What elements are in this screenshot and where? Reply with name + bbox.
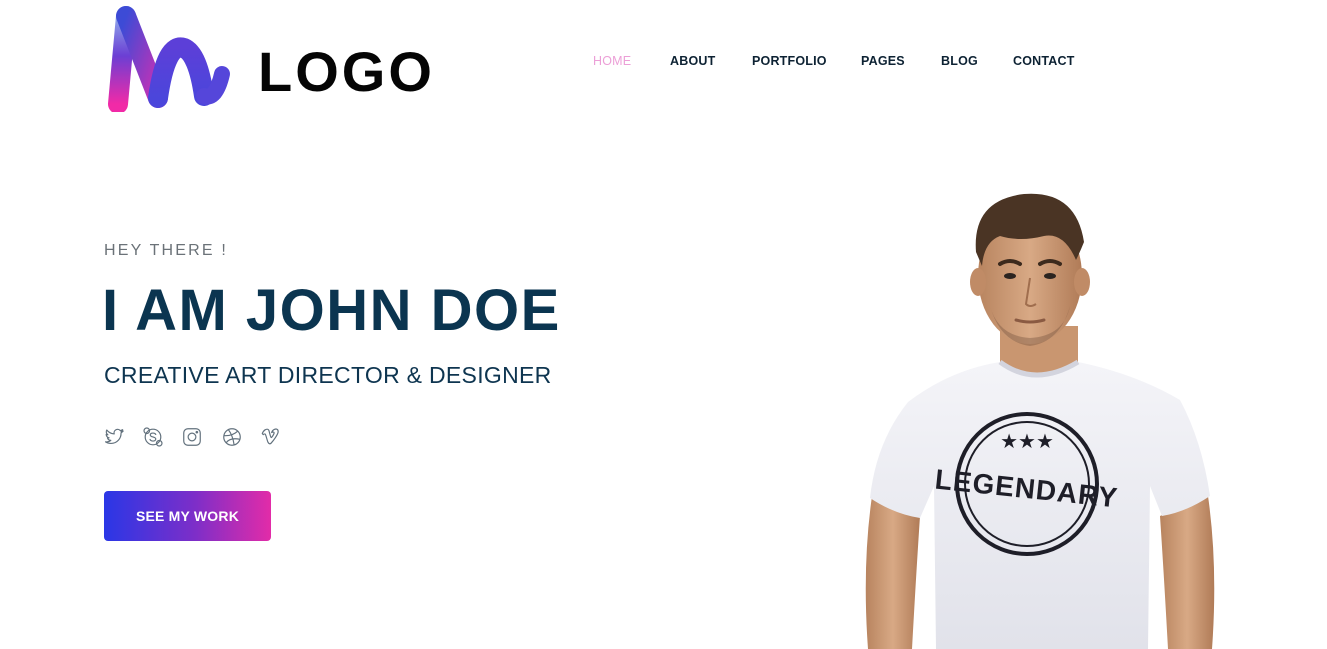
nav-link-portfolio[interactable]: PORTFOLIO (752, 54, 827, 68)
dribbble-icon[interactable] (221, 426, 243, 448)
hero-eyebrow: HEY THERE ! (104, 242, 229, 259)
nav-link-contact[interactable]: CONTACT (1013, 54, 1075, 68)
svg-text:★★★: ★★★ (1000, 429, 1054, 453)
nav-link-blog[interactable]: BLOG (941, 54, 978, 68)
nav-link-about[interactable]: ABOUT (670, 54, 715, 68)
twitter-icon[interactable] (103, 426, 125, 448)
main-nav: HOME ABOUT PORTFOLIO PAGES BLOG CONTACT (0, 54, 1327, 70)
see-my-work-button[interactable]: SEE MY WORK (104, 491, 271, 541)
skype-icon[interactable] (142, 426, 164, 448)
hero-portrait-image: LEGENDARY ★★★ (850, 186, 1230, 649)
instagram-icon[interactable] (181, 426, 203, 448)
hero-headline: I AM JOHN DOE (102, 278, 561, 343)
nav-link-home[interactable]: HOME (593, 54, 631, 68)
hero-subtitle: CREATIVE ART DIRECTOR & DESIGNER (104, 362, 552, 388)
vimeo-icon[interactable] (260, 426, 282, 448)
logo-text: LOGO (258, 40, 435, 103)
nav-link-pages[interactable]: PAGES (861, 54, 905, 68)
